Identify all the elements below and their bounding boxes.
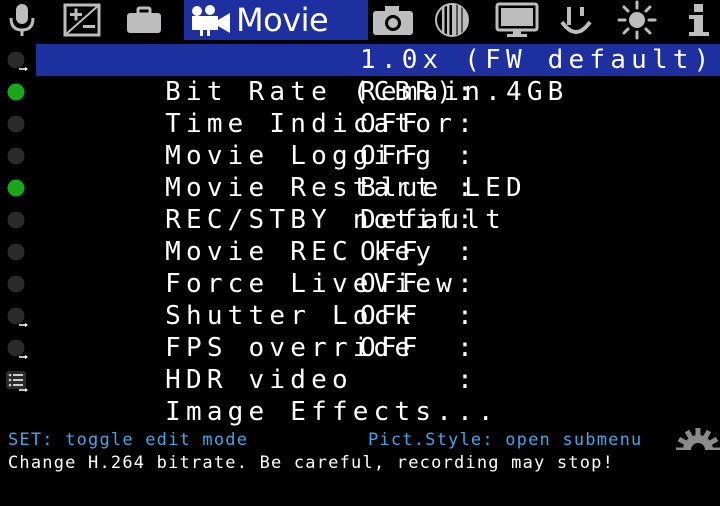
movie-camera-icon bbox=[192, 5, 230, 36]
menu-item-movie-rec-key[interactable]: Movie REC key : Default bbox=[0, 204, 720, 267]
menu-item-rec-stby-notif[interactable]: REC/STBY notif: Blue LED bbox=[0, 172, 720, 235]
briefcase-icon bbox=[127, 6, 161, 33]
focus-icon bbox=[435, 3, 469, 37]
tab-shoot[interactable] bbox=[370, 0, 416, 40]
menu-item-value: 1.0x (FW default) bbox=[360, 45, 715, 75]
camera-icon bbox=[373, 6, 413, 35]
menu-item-value: OFF bbox=[360, 301, 423, 331]
tab-movie-label: Movie bbox=[236, 1, 329, 39]
menu-item-value: OFF bbox=[360, 141, 423, 171]
exposure-icon bbox=[63, 3, 101, 37]
tab-exposure[interactable] bbox=[60, 0, 104, 40]
tab-overlay[interactable] bbox=[122, 0, 166, 40]
menu-item-value: OFF bbox=[360, 237, 423, 267]
menu-item-value: OFF bbox=[360, 333, 423, 363]
menu-item-movie-restart[interactable]: Movie Restart : OFF bbox=[0, 140, 720, 203]
submenu-off-icon bbox=[7, 339, 28, 359]
menu-item-value: Default bbox=[360, 205, 506, 235]
status-off-icon bbox=[7, 243, 25, 261]
tab-info[interactable] bbox=[678, 0, 720, 40]
smile-icon bbox=[560, 7, 592, 34]
status-off-icon bbox=[7, 211, 25, 229]
gear-icon bbox=[676, 428, 720, 450]
sun-icon bbox=[617, 0, 657, 40]
tab-audio[interactable] bbox=[0, 0, 44, 40]
tab-movie[interactable]: Movie bbox=[184, 0, 368, 40]
menu-item-bit-rate[interactable]: Bit Rate (CBR): 1.0x (FW default) bbox=[0, 44, 720, 107]
status-off-icon bbox=[7, 147, 25, 165]
tab-display[interactable] bbox=[492, 0, 542, 40]
help-set-hint: SET: toggle edit mode bbox=[8, 430, 249, 450]
menu-item-value: Remain.4GB bbox=[360, 77, 569, 107]
menu-item-value: OFF bbox=[360, 109, 423, 139]
menu-item-fps-override[interactable]: FPS override : OFF bbox=[0, 300, 720, 363]
tab-debug[interactable] bbox=[614, 0, 660, 40]
menu-item-image-effects[interactable]: Image Effects... bbox=[0, 364, 720, 427]
help-pictstyle-hint: Pict.Style: open submenu bbox=[368, 430, 643, 450]
tab-focus[interactable] bbox=[432, 0, 472, 40]
status-on-icon bbox=[7, 179, 25, 197]
help-description: Change H.264 bitrate. Be careful, record… bbox=[8, 453, 615, 473]
menu-item-value: OFF bbox=[360, 269, 423, 299]
status-off-icon bbox=[7, 115, 25, 133]
help-bar: SET: toggle edit mode Pict.Style: open s… bbox=[0, 426, 720, 480]
status-on-icon bbox=[7, 83, 25, 101]
info-icon bbox=[689, 4, 709, 36]
menu-item-time-indicator[interactable]: Time Indicator: Remain.4GB bbox=[0, 76, 720, 139]
monitor-icon bbox=[495, 2, 539, 37]
menu-item-movie-logging[interactable]: Movie Logging : OFF bbox=[0, 108, 720, 171]
menu-item-value: Blue LED bbox=[360, 173, 527, 203]
menu-item-shutter-lock[interactable]: Shutter Lock : OFF bbox=[0, 268, 720, 331]
submenu-off-icon bbox=[7, 307, 28, 327]
microphone-icon bbox=[9, 4, 35, 36]
tab-bar: Movie bbox=[0, 0, 720, 40]
menu-item-force-liveview[interactable]: Force LiveView: OFF bbox=[0, 236, 720, 299]
menu-item-hdr-video[interactable]: HDR video : OFF bbox=[0, 332, 720, 395]
menu-item-label: Image Effects... bbox=[165, 397, 499, 427]
status-off-icon bbox=[7, 275, 25, 293]
list-submenu-icon bbox=[6, 371, 28, 392]
tab-prefs[interactable] bbox=[556, 0, 596, 40]
submenu-off-icon bbox=[7, 51, 28, 71]
